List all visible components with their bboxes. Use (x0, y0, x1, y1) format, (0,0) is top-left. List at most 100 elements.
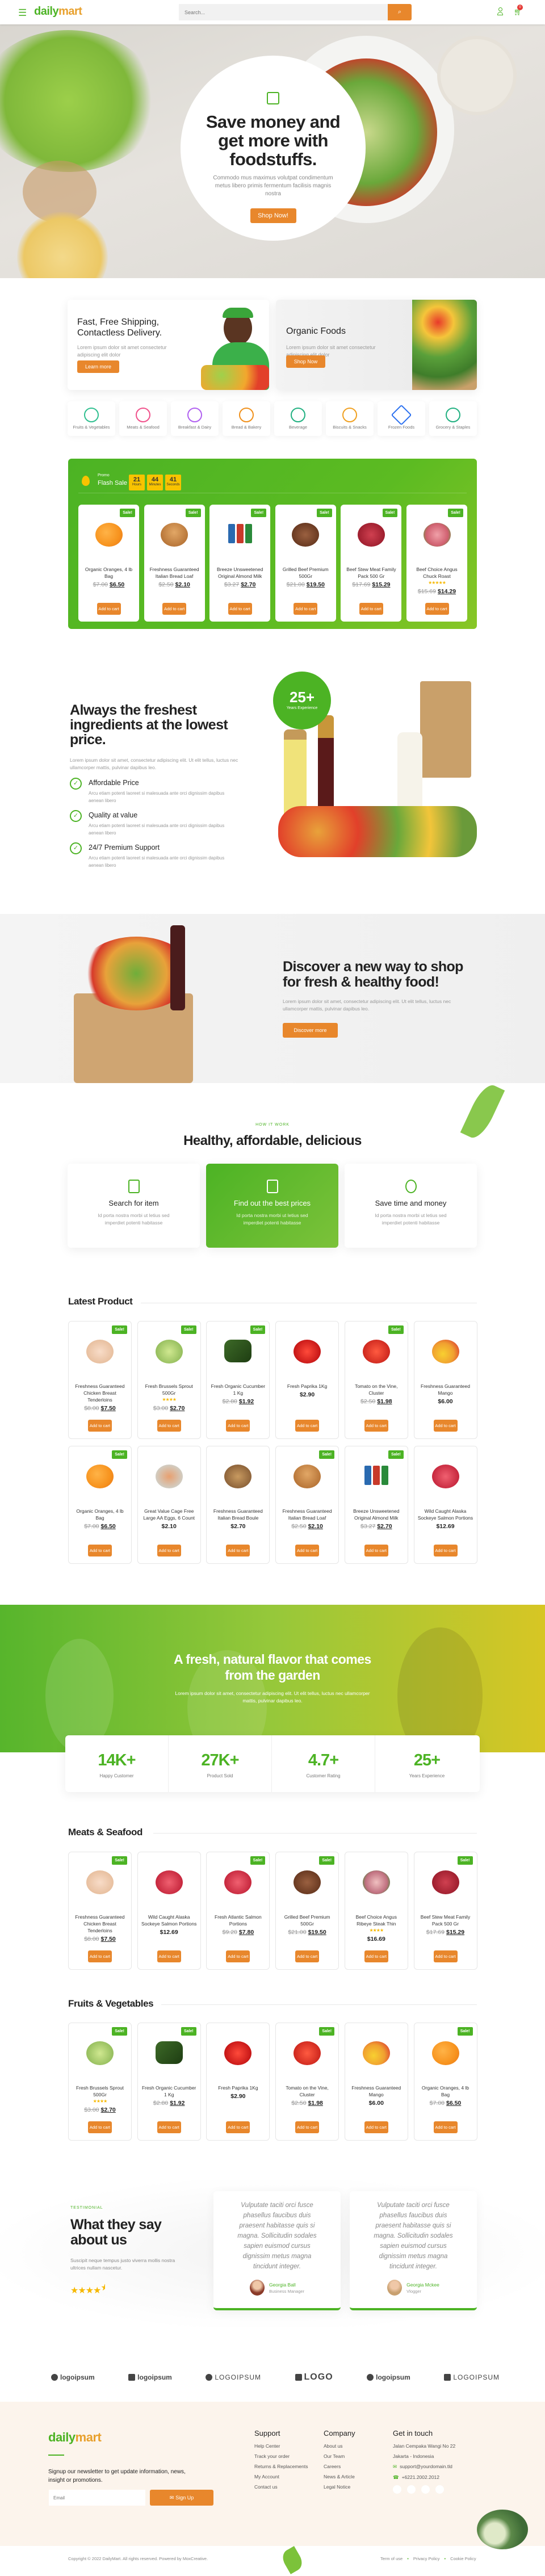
user-icon[interactable] (497, 7, 503, 15)
product-image[interactable] (207, 1461, 269, 1495)
product-image[interactable] (69, 1336, 131, 1370)
add-to-cart-button[interactable]: Add to cart (433, 1950, 458, 1962)
add-to-cart-button[interactable]: Add to cart (226, 1545, 250, 1556)
product-image[interactable] (207, 1336, 269, 1370)
add-to-cart-button[interactable]: Add to cart (295, 1420, 320, 1432)
cookie-link[interactable]: Cookie Policy (450, 2556, 476, 2561)
add-to-cart-button[interactable]: Add to cart (433, 1545, 458, 1556)
add-to-cart-button[interactable]: Add to cart (88, 1420, 112, 1432)
sign-up-button[interactable]: ✉ Sign Up (150, 2490, 213, 2506)
phone-link[interactable]: ☎ +6221.2002.2012 (393, 2474, 455, 2481)
add-to-cart-button[interactable]: Add to cart (162, 603, 187, 615)
product-image[interactable] (345, 1867, 408, 1901)
step-card[interactable]: Save time and money Id porta nostra morbi… (345, 1164, 477, 1248)
product-card[interactable]: Wild Caught Alaska Sockeye Salmon Portio… (413, 1446, 477, 1564)
footer-link[interactable]: Our Team (324, 2453, 355, 2459)
product-image[interactable] (414, 1336, 477, 1370)
footer-link[interactable]: Track your order (254, 2453, 308, 2459)
category-tile[interactable]: Frozen Foods (378, 401, 425, 436)
product-name[interactable]: Freshness Guaranteed Italian Bread Loaf (150, 567, 199, 579)
shop-now-button[interactable]: Shop Now! (250, 208, 296, 223)
product-card[interactable]: Great Value Cage Free Large AA Eggs, 6 C… (137, 1446, 201, 1564)
product-name[interactable]: Beef Stew Meat Family Pack 500 Gr (346, 567, 396, 579)
step-card[interactable]: Find out the best prices Id porta nostra … (206, 1164, 338, 1248)
brand-logo[interactable]: LOGO (295, 2372, 333, 2382)
add-to-cart-button[interactable]: Add to cart (433, 1420, 458, 1432)
product-card[interactable]: Sale! Fresh Organic Cucumber 1 Kg $2.80 $1.… (206, 1321, 270, 1439)
category-tile[interactable]: Beverage (274, 401, 322, 436)
brand-logo[interactable]: logoipsum (128, 2373, 172, 2381)
product-name[interactable]: Freshness Guaranteed Mango (351, 2085, 401, 2097)
product-name[interactable]: Freshness Guaranteed Italian Bread Boule (213, 1508, 263, 1521)
product-card[interactable]: Fresh Paprika 1Kg $2.90 Add to cart (275, 1321, 339, 1439)
search-button[interactable]: ⌕ (388, 4, 412, 20)
product-name[interactable]: Freshness Guaranteed Chicken Breast Tend… (76, 1383, 125, 1403)
add-to-cart-button[interactable]: Add to cart (425, 603, 449, 615)
product-card[interactable]: Sale! Organic Oranges, 4 lb Bag $7.00 $6.50… (413, 2023, 477, 2141)
add-to-cart-button[interactable]: Add to cart (359, 603, 383, 615)
product-name[interactable]: Fresh Brussels Sprout 500Gr (145, 1383, 193, 1396)
product-image[interactable] (207, 1867, 269, 1901)
product-name[interactable]: Beef Stew Meat Family Pack 500 Gr (421, 1914, 470, 1927)
product-name[interactable]: Wild Caught Alaska Sockeye Salmon Portio… (141, 1914, 196, 1927)
product-name[interactable]: Fresh Paprika 1Kg (218, 2085, 258, 2091)
product-card[interactable]: Sale! Freshness Guaranteed Chicken Breast… (68, 1852, 132, 1970)
product-image[interactable] (345, 2038, 408, 2072)
product-name[interactable]: Tomato on the Vine, Cluster (286, 2085, 328, 2097)
product-image[interactable] (406, 519, 467, 553)
product-card[interactable]: Sale! Tomato on the Vine, Cluster $2.50 $1.… (275, 2023, 339, 2141)
product-image[interactable] (209, 519, 270, 553)
product-image[interactable] (276, 1461, 338, 1495)
product-name[interactable]: Wild Caught Alaska Sockeye Salmon Portio… (418, 1508, 473, 1521)
add-to-cart-button[interactable]: Add to cart (295, 2121, 320, 2133)
step-card[interactable]: Search for item Id porta nostra morbi ut … (68, 1164, 200, 1248)
logo[interactable]: dailymart (34, 5, 82, 18)
add-to-cart-button[interactable]: Add to cart (226, 1420, 250, 1432)
add-to-cart-button[interactable]: Add to cart (88, 1950, 112, 1962)
product-name[interactable]: Breeze Unsweetened Original Almond Milk (217, 567, 263, 579)
product-image[interactable] (138, 1867, 200, 1901)
footer-logo[interactable]: dailymart (48, 2430, 102, 2445)
footer-link[interactable]: My Account (254, 2474, 308, 2479)
product-name[interactable]: Freshness Guaranteed Mango (421, 1383, 470, 1396)
product-card[interactable]: Beef Choice Angus Ribeye Steak Thin ★★★★ $… (344, 1852, 408, 1970)
add-to-cart-button[interactable]: Add to cart (364, 1420, 388, 1432)
product-card[interactable]: Sale! Grilled Beef Premium 500Gr $21.00 $19… (275, 1852, 339, 1970)
instagram-icon[interactable] (421, 2485, 430, 2494)
product-card[interactable]: Sale! Fresh Brussels Sprout 500Gr ★★★★ $3.0… (137, 1321, 201, 1439)
product-card[interactable]: Sale! Freshness Guaranteed Italian Bread … (275, 1446, 339, 1564)
add-to-cart-button[interactable]: Add to cart (364, 1950, 388, 1962)
discover-more-button[interactable]: Discover more (283, 1023, 338, 1038)
product-name[interactable]: Fresh Brussels Sprout 500Gr (76, 2085, 124, 2097)
category-tile[interactable]: Meats & Seafood (119, 401, 167, 436)
product-name[interactable]: Freshness Guaranteed Chicken Breast Tend… (76, 1914, 125, 1933)
email-input[interactable] (49, 2490, 145, 2506)
product-image[interactable] (78, 519, 139, 553)
product-name[interactable]: Beef Choice Angus Chuck Roast (416, 567, 457, 579)
product-card[interactable]: Sale! Grilled Beef Premium 500Gr $21.00 $19… (275, 505, 336, 622)
product-name[interactable]: Beef Choice Angus Ribeye Steak Thin (356, 1914, 397, 1927)
terms-link[interactable]: Term of use (380, 2556, 403, 2561)
product-image[interactable] (276, 1336, 338, 1370)
add-to-cart-button[interactable]: Add to cart (157, 1420, 181, 1432)
product-image[interactable] (414, 2038, 477, 2072)
add-to-cart-button[interactable]: Add to cart (433, 2121, 458, 2133)
product-card[interactable]: Freshness Guaranteed Mango $6.00 Add to ca… (344, 2023, 408, 2141)
product-name[interactable]: Breeze Unsweetened Original Almond Milk (353, 1508, 399, 1521)
brand-logo[interactable]: LOGOIPSUM (206, 2373, 261, 2381)
product-image[interactable] (275, 519, 336, 553)
category-tile[interactable]: Breakfast & Dairy (171, 401, 219, 436)
add-to-cart-button[interactable]: Add to cart (364, 1545, 388, 1556)
product-image[interactable] (144, 519, 205, 553)
product-image[interactable] (69, 1461, 131, 1495)
product-image[interactable] (69, 1867, 131, 1901)
product-card[interactable]: Freshness Guaranteed Mango $6.00 Add to ca… (413, 1321, 477, 1439)
product-name[interactable]: Organic Oranges, 4 lb Bag (85, 567, 132, 579)
footer-link[interactable]: About us (324, 2443, 355, 2449)
product-image[interactable] (207, 2038, 269, 2072)
product-card[interactable]: Sale! Beef Stew Meat Family Pack 500 Gr $1… (341, 505, 402, 622)
add-to-cart-button[interactable]: Add to cart (157, 1950, 181, 1962)
product-card[interactable]: Sale! Organic Oranges, 4 lb Bag $7.00 $6.50… (78, 505, 139, 622)
add-to-cart-button[interactable]: Add to cart (294, 603, 318, 615)
add-to-cart-button[interactable]: Add to cart (226, 1950, 250, 1962)
